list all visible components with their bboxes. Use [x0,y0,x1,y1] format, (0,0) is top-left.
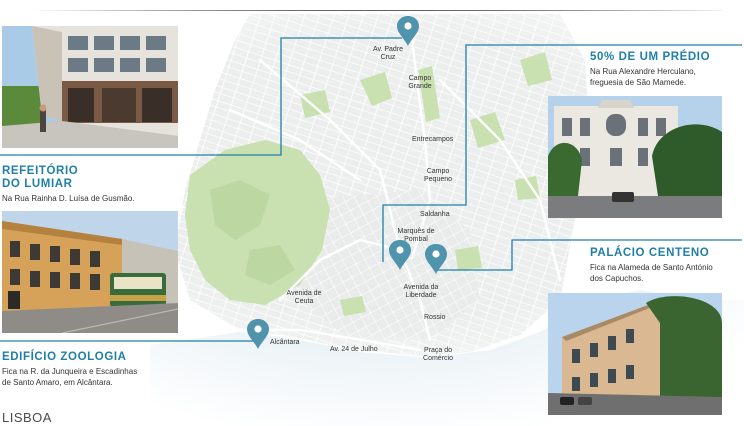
place-alcantara: Alcântara [270,339,300,346]
photo-palacio-centeno [548,293,722,415]
place-campo-pequeno: Campo Pequeno [423,168,453,183]
zoologia-subtitle-line1: Fica na R. da Junqueira e Escadinhas [2,367,138,376]
predio-subtitle-line2: freguesia de São Mamede. [590,78,687,87]
centeno-subtitle-line1: Fica na Alameda de Santo António [590,263,713,272]
predio-subtitle-line1: Na Rua Alexandre Herculano, [590,67,696,76]
zoologia-subtitle-line2: de Santo Amaro, em Alcântara. [2,378,113,387]
place-entrecampos: Entrecampos [412,136,454,143]
place-av-24-de-julho: Av. 24 de Julho [330,346,378,353]
zoologia-title: EDIFÍCIO ZOOLOGIA [2,351,127,363]
predio-title: 50% DE UM PRÉDIO [590,51,711,63]
refeitorio-title-line1: REFEITÓRIO [2,165,79,177]
refeitorio-subtitle: Na Rua Rainha D. Luísa de Gusmão. [2,194,135,203]
place-campo-grande: Campo Grande [408,75,432,90]
photo-predio-alexandre-herculano [548,96,722,218]
photo-refeitorio-lumiar [2,26,178,148]
place-praca-do-comercio: Praça do Comércio [423,347,453,362]
centeno-title: PALÁCIO CENTENO [590,247,710,259]
place-avenida-da-liberdade: Avenida da Liberdade [403,284,439,299]
place-avenida-de-ceuta: Avenida de Ceuta [286,290,322,305]
place-rossio: Rossio [424,314,446,321]
place-marques-de-pombal: Marquês de Pombal [397,228,435,243]
centeno-subtitle-line2: dos Capuchos. [590,274,644,283]
map-title: LISBOA [2,410,52,425]
refeitorio-title-line2: DO LUMIAR [2,178,73,190]
place-av-padre-cruz: Av. Padre Cruz [372,46,404,61]
photo-tram-street [2,211,178,333]
place-saldanha: Saldanha [420,211,450,218]
